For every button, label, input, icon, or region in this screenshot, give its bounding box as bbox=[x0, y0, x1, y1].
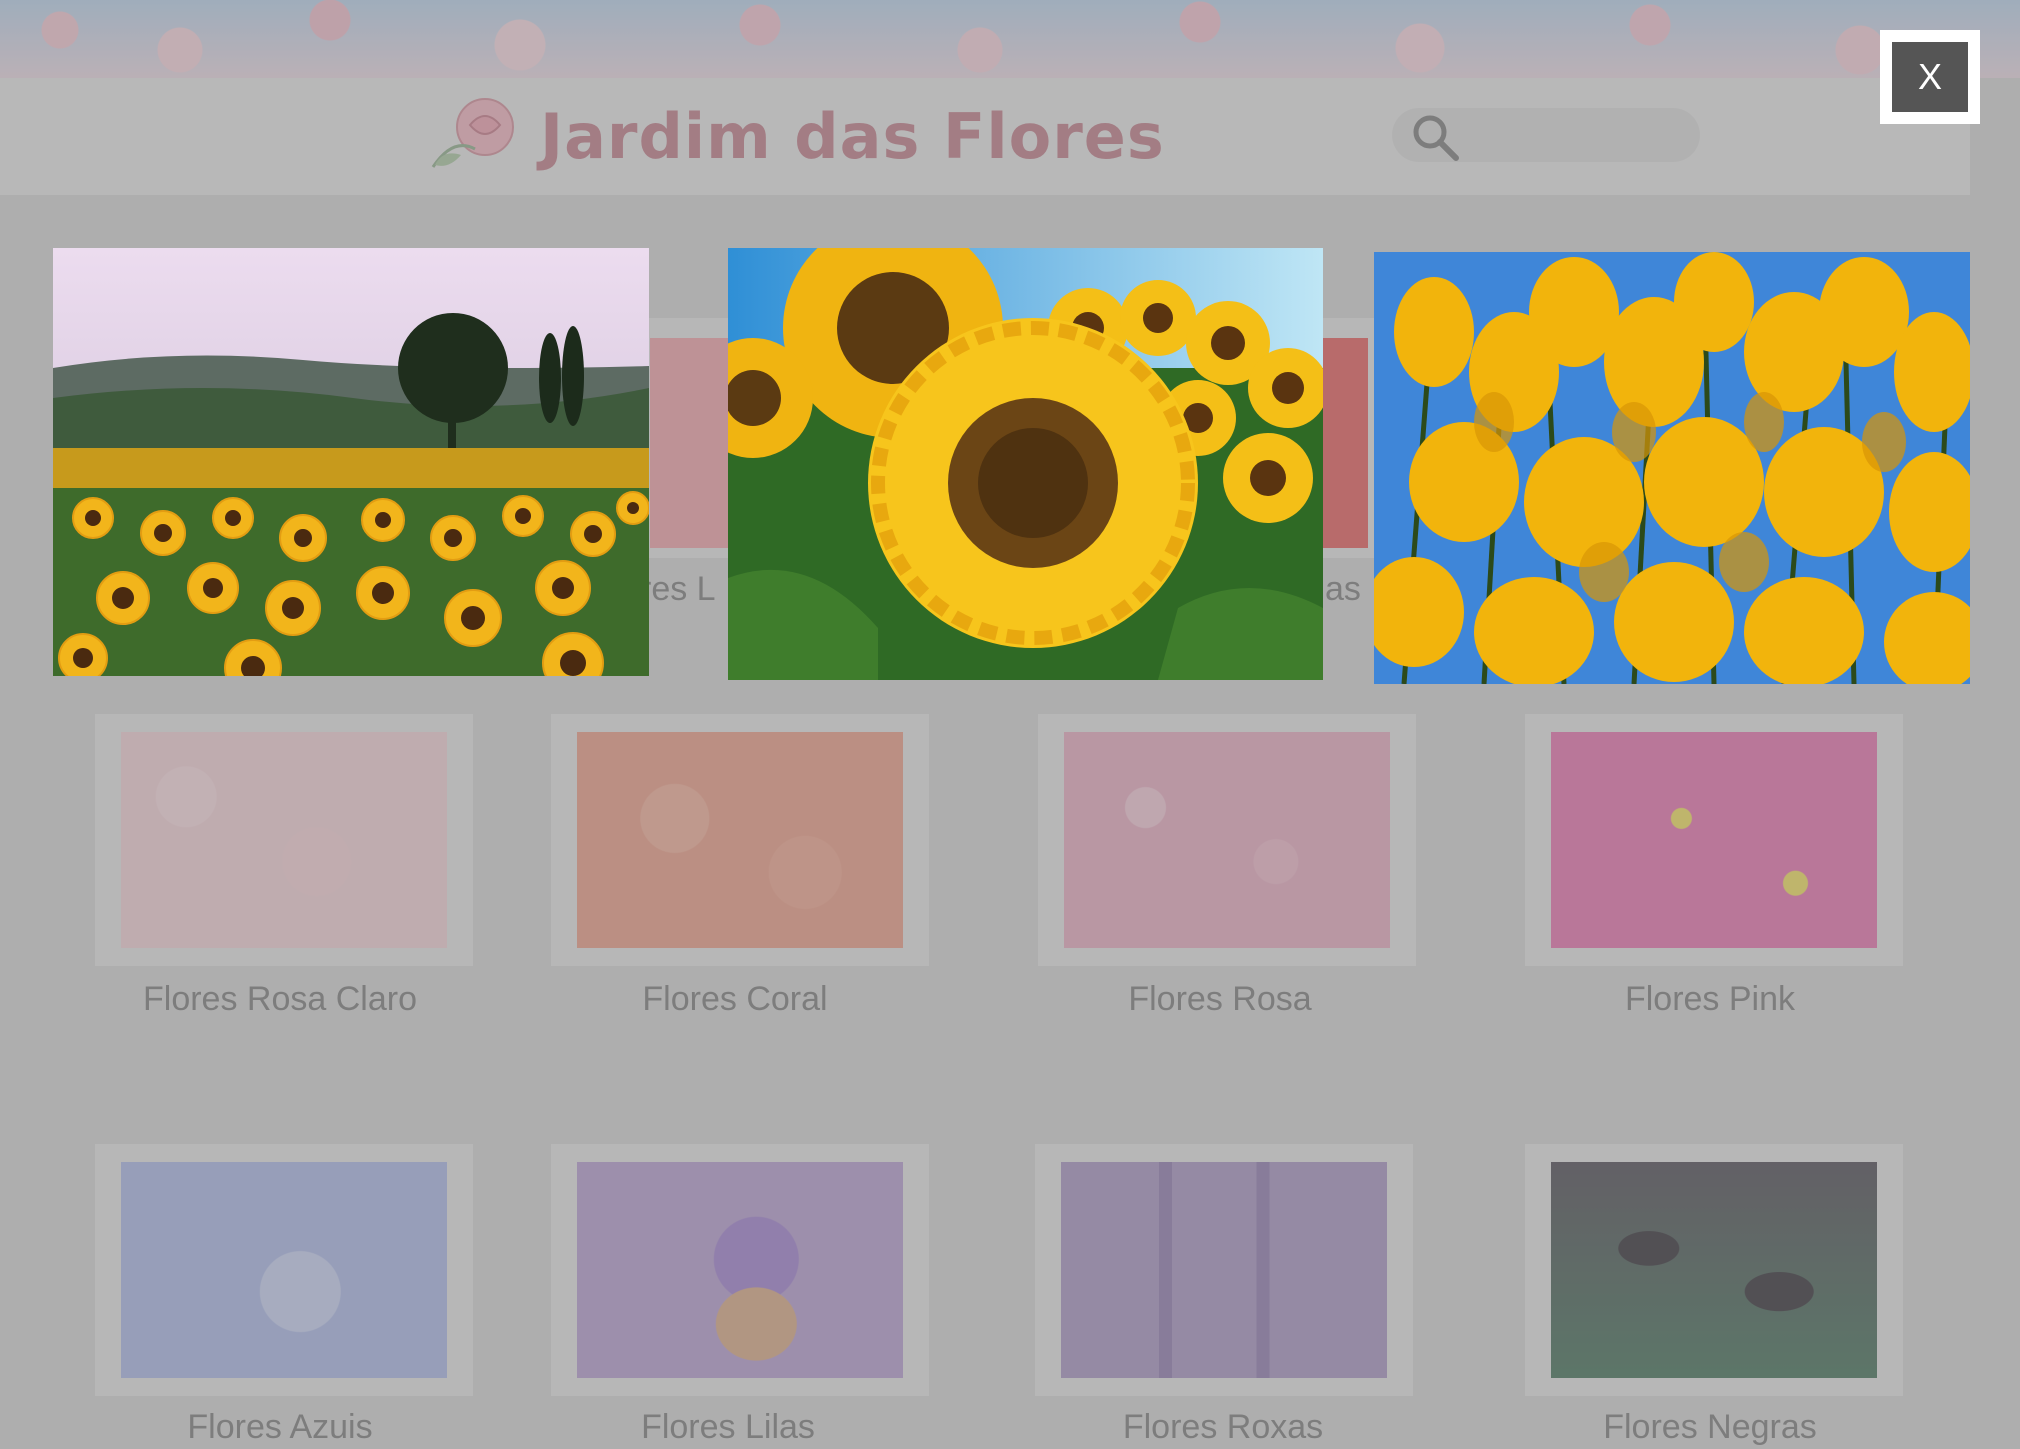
lightbox-overlay[interactable] bbox=[0, 0, 2020, 1449]
yellow-broom-flowers-photo[interactable] bbox=[1374, 252, 1970, 684]
sunflower-closeup-photo[interactable] bbox=[728, 248, 1323, 680]
sunflower-field-photo[interactable] bbox=[53, 248, 649, 676]
close-button-label[interactable]: X bbox=[1892, 42, 1968, 112]
close-button[interactable]: X bbox=[1880, 30, 1980, 124]
